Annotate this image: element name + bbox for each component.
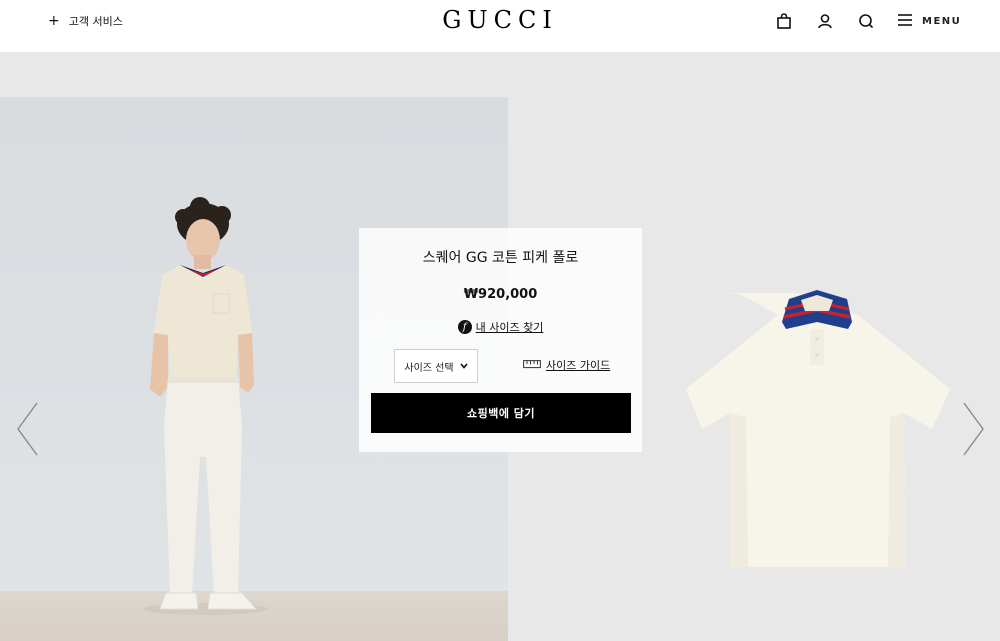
- find-my-size-link[interactable]: f 내 사이즈 찾기: [359, 319, 642, 335]
- menu-label: MENU: [922, 15, 962, 27]
- find-my-size-label: 내 사이즈 찾기: [475, 321, 544, 334]
- next-arrow-icon[interactable]: [960, 401, 986, 457]
- shopping-bag-icon[interactable]: [775, 12, 793, 30]
- size-guide-label: 사이즈 가이드: [546, 359, 611, 372]
- size-select-label: 사이즈 선택: [404, 362, 454, 374]
- menu-button[interactable]: MENU: [897, 12, 961, 30]
- search-icon[interactable]: [857, 12, 875, 30]
- hamburger-icon: [897, 12, 913, 31]
- product-price: ₩920,000: [463, 287, 538, 302]
- chevron-down-icon: [459, 361, 468, 372]
- product-title: 스퀘어 GG 코튼 피케 폴로: [422, 250, 579, 266]
- fit-finder-icon: f: [457, 320, 472, 334]
- size-select[interactable]: 사이즈 선택: [394, 349, 478, 383]
- brand-logo[interactable]: GUCCI: [0, 6, 1000, 34]
- account-icon[interactable]: [816, 12, 834, 30]
- ruler-icon: [523, 359, 541, 372]
- add-to-bag-button[interactable]: 쇼핑백에 담기: [371, 393, 631, 433]
- size-guide-link[interactable]: 사이즈 가이드: [523, 357, 610, 373]
- prev-arrow-icon[interactable]: [15, 401, 41, 457]
- site-header: + 고객 서비스 GUCCI MENU: [0, 0, 1000, 53]
- product-info-card: 스퀘어 GG 코튼 피케 폴로 ₩920,000 f 내 사이즈 찾기 사이즈 …: [359, 228, 642, 452]
